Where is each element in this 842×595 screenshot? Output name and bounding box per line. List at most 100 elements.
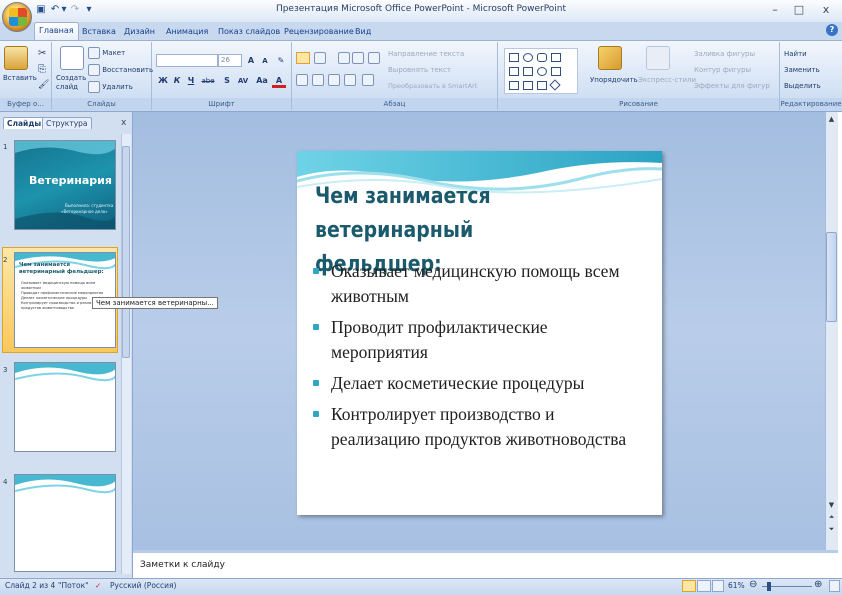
slide-sorter-view-icon[interactable] [697,580,711,592]
vertical-scrollbar[interactable] [825,112,838,550]
language-indicator[interactable]: Русский (Россия) [110,581,176,590]
connector-shape-icon[interactable] [509,81,519,90]
convert-smartart-button[interactable]: Преобразовать в SmartArt [388,82,477,90]
scroll-down-icon[interactable]: ▼ [826,500,837,510]
bullet-item-3[interactable]: Делает косметические процедуры [313,371,653,396]
new-slide-button[interactable]: Создать слайд [56,74,86,92]
tab-view[interactable]: Вид [351,24,375,40]
tab-outline[interactable]: Структура [42,117,92,129]
font-size-combo[interactable]: 26 [218,54,242,67]
minimize-button[interactable]: – [764,2,786,18]
arrow-shape-icon[interactable] [523,67,533,76]
align-center-icon[interactable] [312,74,324,86]
zoom-level[interactable]: 61% [728,581,745,590]
increase-indent-icon[interactable] [352,52,364,64]
notes-placeholder[interactable]: Заметки к слайду [140,560,225,570]
bullet-item-2[interactable]: Проводит профилактические мероприятия [313,315,653,365]
bullets-icon[interactable] [296,52,310,64]
bold-icon[interactable]: Ж [156,74,170,88]
redo-icon[interactable]: ↷ [68,3,82,17]
select-button[interactable]: Выделить [784,82,821,90]
slide-thumbnail-3[interactable] [14,362,116,452]
char-spacing-icon[interactable]: AV [234,74,252,88]
tab-home[interactable]: Главная [34,22,79,41]
align-right-icon[interactable] [328,74,340,86]
paste-button[interactable]: Вставить [3,74,37,82]
arrange-button[interactable]: Упорядочить [590,76,638,84]
bullet-item-1[interactable]: Оказывает медицинскую помощь всем животн… [313,259,653,309]
slide-thumbnail-4[interactable] [14,474,116,572]
next-slide-icon[interactable]: ⏷ [826,524,837,534]
previous-slide-icon[interactable]: ⏶ [826,512,837,522]
rectangle-shape-icon[interactable] [509,53,519,62]
pane-scroll-thumb[interactable] [122,146,130,358]
delete-button[interactable]: Удалить [102,83,133,91]
find-button[interactable]: Найти [784,50,807,58]
font-name-combo[interactable] [156,54,218,67]
align-left-icon[interactable] [296,74,308,86]
rounded-rect-shape-icon[interactable] [537,53,547,62]
help-icon[interactable]: ? [826,24,838,36]
oval-shape-icon[interactable] [523,53,533,62]
tab-slide-show[interactable]: Показ слайдов [214,24,284,40]
notes-pane[interactable] [133,550,838,578]
quick-styles-button[interactable]: Экспресс-стили [638,76,696,84]
layout-button[interactable]: Макет [102,49,125,57]
customize-qat-icon[interactable]: ▾ [82,3,96,17]
shape-fill-button[interactable]: Заливка фигуры [694,50,755,58]
reset-button[interactable]: Восстановить [102,66,153,74]
grow-font-icon[interactable]: A [244,54,258,68]
change-case-icon[interactable]: Aa [254,74,270,88]
bracket-shape-icon[interactable] [537,81,547,90]
bullet-item-4[interactable]: Контролирует производство и реализацию п… [313,402,653,452]
cut-icon[interactable]: ✂ [38,48,46,59]
close-icon[interactable]: x [121,118,126,128]
normal-view-icon[interactable] [682,580,696,592]
line-shape-icon[interactable] [551,53,561,62]
replace-button[interactable]: Заменить [784,66,820,74]
shape-effects-button[interactable]: Эффекты для фигур [694,82,770,90]
strikethrough-icon[interactable]: abe [198,74,218,88]
close-button[interactable]: x [815,2,837,18]
vertical-scroll-thumb[interactable] [826,232,837,322]
tab-insert[interactable]: Вставка [78,24,120,40]
slide-thumbnail-1[interactable]: Ветеринария Выполнила: студентка «Ветери… [14,140,116,230]
tab-animation[interactable]: Анимация [162,24,212,40]
tab-design[interactable]: Дизайн [120,24,159,40]
font-color-icon[interactable]: A [272,74,286,88]
fit-to-window-icon[interactable] [829,580,840,592]
office-button[interactable] [2,2,32,32]
justify-icon[interactable] [344,74,356,86]
shape-outline-button[interactable]: Контур фигуры [694,66,751,74]
italic-icon[interactable]: К [170,74,184,88]
triangle-shape-icon[interactable] [509,67,519,76]
tab-review[interactable]: Рецензирование [280,24,358,40]
tab-slides[interactable]: Слайды [3,117,46,129]
zoom-in-icon[interactable]: ⊕ [814,579,822,590]
text-direction-button[interactable]: Направление текста [388,50,464,58]
line-spacing-icon[interactable] [368,52,380,64]
align-text-button[interactable]: Выровнять текст [388,66,451,74]
underline-icon[interactable]: Ч [184,74,198,88]
slide-show-view-icon[interactable] [712,580,724,592]
undo-dropdown-icon[interactable]: ▾ [60,3,68,17]
clear-format-icon[interactable]: ✎ [274,54,288,68]
columns-icon[interactable] [362,74,374,86]
star-shape-icon[interactable] [549,79,561,91]
zoom-out-icon[interactable]: ⊖ [749,579,757,590]
spellcheck-icon[interactable]: ✓ [95,581,101,590]
format-painter-icon[interactable]: 🖌 [38,80,49,90]
decrease-indent-icon[interactable] [338,52,350,64]
numbering-icon[interactable] [314,52,326,64]
curve-shape-icon[interactable] [523,81,533,90]
save-icon[interactable]: ▣ [34,3,48,17]
scroll-up-icon[interactable]: ▲ [826,114,837,124]
zoom-slider-thumb[interactable] [767,582,771,591]
shrink-font-icon[interactable]: A [258,54,272,68]
brace-shape-icon[interactable] [551,67,561,76]
maximize-button[interactable]: □ [788,2,810,18]
circle-shape-icon[interactable] [537,67,547,76]
copy-icon[interactable]: ⎘ [38,64,46,75]
shapes-gallery[interactable] [504,48,578,94]
shadow-icon[interactable]: S [220,74,234,88]
